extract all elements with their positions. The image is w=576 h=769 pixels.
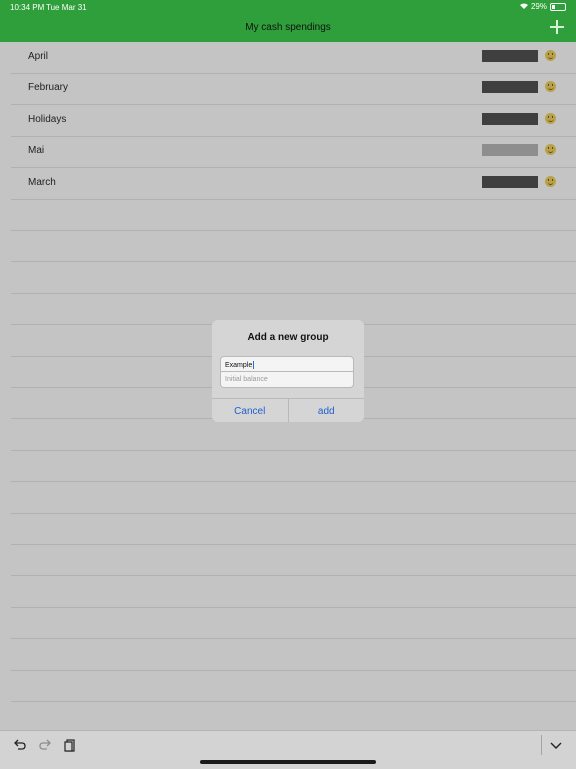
status-right: 29% bbox=[519, 2, 566, 11]
empty-row bbox=[11, 607, 576, 640]
group-name: April bbox=[28, 51, 49, 62]
status-date: Tue Mar 31 bbox=[46, 3, 87, 12]
empty-row bbox=[11, 450, 576, 483]
redo-button[interactable] bbox=[38, 738, 52, 752]
redo-icon bbox=[39, 739, 51, 750]
home-indicator bbox=[200, 760, 376, 764]
undo-icon bbox=[14, 739, 26, 750]
page-title: My cash spendings bbox=[245, 22, 331, 33]
empty-row bbox=[11, 639, 576, 671]
add-group-dialog: Add a new group Example Initial balance … bbox=[212, 320, 364, 422]
empty-row bbox=[11, 482, 576, 514]
dismiss-keyboard-button[interactable] bbox=[549, 738, 563, 752]
empty-row bbox=[11, 670, 576, 702]
empty-row bbox=[11, 262, 576, 294]
status-bar: 10:34 PM Tue Mar 31 29% bbox=[0, 0, 576, 14]
wifi-icon bbox=[519, 2, 528, 11]
smiley-icon bbox=[545, 50, 556, 61]
group-name-input[interactable]: Example bbox=[220, 356, 354, 372]
group-row[interactable]: March bbox=[11, 168, 576, 200]
text-caret bbox=[253, 361, 255, 369]
empty-row bbox=[11, 544, 576, 577]
balance-bar bbox=[482, 175, 538, 188]
add-button[interactable]: add bbox=[289, 399, 365, 422]
smiley-icon bbox=[545, 175, 556, 187]
empty-row bbox=[11, 576, 576, 608]
balance-bar bbox=[482, 50, 538, 62]
add-group-button[interactable] bbox=[550, 20, 564, 34]
group-name: February bbox=[28, 82, 69, 94]
status-time: 10:34 PM bbox=[10, 3, 45, 12]
paste-icon bbox=[64, 739, 75, 752]
balance-bar bbox=[482, 81, 538, 94]
initial-balance-input[interactable]: Initial balance bbox=[220, 372, 354, 388]
empty-row bbox=[11, 199, 576, 231]
smiley-icon bbox=[545, 144, 556, 156]
balance-bar bbox=[482, 144, 538, 157]
empty-row bbox=[11, 513, 576, 545]
smiley-icon bbox=[545, 112, 556, 124]
group-name-value: Example bbox=[225, 361, 253, 369]
dialog-title: Add a new group bbox=[247, 332, 329, 343]
nav-bar: My cash spendings bbox=[0, 14, 576, 42]
group-row[interactable]: Mai bbox=[11, 136, 576, 169]
empty-row bbox=[11, 230, 576, 263]
empty-row bbox=[11, 701, 576, 734]
balance-bar bbox=[482, 112, 538, 125]
dialog-actions: Cancel add bbox=[212, 398, 364, 422]
group-name: Mai bbox=[28, 145, 45, 157]
chevron-down-icon bbox=[550, 742, 562, 749]
smiley-icon bbox=[545, 81, 556, 93]
group-row[interactable]: Holidays bbox=[11, 105, 576, 137]
cancel-button[interactable]: Cancel bbox=[212, 399, 289, 422]
group-row[interactable]: April bbox=[11, 42, 576, 74]
battery-icon bbox=[550, 2, 566, 11]
group-name: March bbox=[28, 176, 56, 188]
battery-percent: 29% bbox=[530, 2, 547, 11]
group-name: Holidays bbox=[28, 113, 67, 125]
undo-button[interactable] bbox=[13, 738, 27, 752]
paste-button[interactable] bbox=[63, 738, 77, 752]
group-row[interactable]: February bbox=[11, 73, 576, 106]
empty-row bbox=[11, 419, 576, 451]
toolbar-separator bbox=[541, 735, 542, 755]
initial-balance-placeholder: Initial balance bbox=[225, 376, 268, 383]
